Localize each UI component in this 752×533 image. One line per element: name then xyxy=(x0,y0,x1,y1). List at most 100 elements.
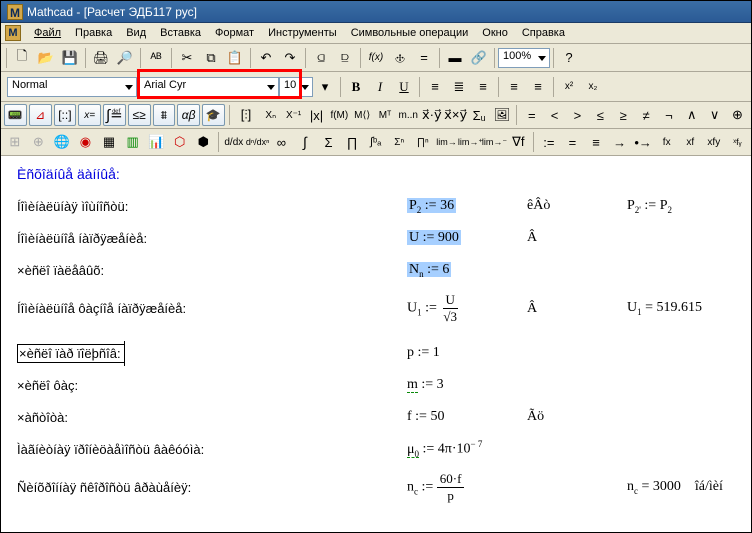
spellcheck-button[interactable]: ᴬᴮ xyxy=(145,47,167,69)
calculus-palette[interactable]: ∫≝ xyxy=(103,104,126,126)
surfaceplot-btn[interactable]: 🌐 xyxy=(51,131,73,153)
boolean-eq-btn[interactable]: ≡ xyxy=(585,131,607,153)
lim-btn[interactable]: lim→ xyxy=(436,131,458,153)
zoom-select[interactable]: 100% xyxy=(498,48,550,68)
deriv-btn[interactable]: d/dx xyxy=(223,131,245,153)
arrow2-btn[interactable]: •→ xyxy=(632,131,654,153)
align-right-button[interactable]: ≡ xyxy=(472,76,494,98)
align-button[interactable]: ⫑ xyxy=(310,47,332,69)
fx-btn2[interactable]: fx xyxy=(656,131,678,153)
save-button[interactable]: 💾 xyxy=(59,47,81,69)
or-btn[interactable]: ∨ xyxy=(704,104,725,126)
redo-button[interactable]: ↷ xyxy=(279,47,301,69)
subscript-button[interactable]: x₂ xyxy=(582,76,604,98)
ne-btn[interactable]: ≠ xyxy=(636,104,657,126)
prod-m-btn[interactable]: ∏ xyxy=(341,131,363,153)
picture-btn[interactable]: 🖼 xyxy=(492,104,513,126)
menu-window[interactable]: Окно xyxy=(475,25,515,41)
dropdown-icon[interactable]: ▾ xyxy=(314,76,336,98)
dot-btn[interactable]: x⃗·y⃗ xyxy=(421,104,443,126)
infinity-btn[interactable]: ∞ xyxy=(271,131,293,153)
align2-button[interactable]: ⫒ xyxy=(334,47,356,69)
link-button[interactable]: 🔗 xyxy=(468,47,490,69)
calculator-palette[interactable]: 📟 xyxy=(4,104,27,126)
greek-palette[interactable]: αβ xyxy=(177,104,200,126)
le-btn[interactable]: ≤ xyxy=(590,104,611,126)
mdi-icon[interactable]: M xyxy=(5,25,21,41)
graph-palette[interactable]: ⊿ xyxy=(29,104,52,126)
res-p2prime[interactable]: P2' := P2 xyxy=(627,198,672,215)
expr-p[interactable]: p := 1 xyxy=(407,345,527,361)
range-btn[interactable]: m..n xyxy=(397,104,418,126)
symbolic-palette[interactable]: 🎓 xyxy=(202,104,225,126)
numbers-button[interactable]: ≡ xyxy=(527,76,549,98)
vectorize-btn[interactable]: f(M) xyxy=(329,104,350,126)
expr-nn[interactable]: Nn := 6 xyxy=(407,262,527,279)
align-left-button[interactable]: ≡ xyxy=(424,76,446,98)
defint-btn[interactable]: ∫ᵇₐ xyxy=(365,131,387,153)
polar-btn[interactable]: ⊕ xyxy=(28,131,50,153)
cut-button[interactable]: ✂ xyxy=(176,47,198,69)
undo-button[interactable]: ↶ xyxy=(255,47,277,69)
text-edit-region[interactable]: ×èñëî ïàð ïîëþñîâ: xyxy=(17,344,125,363)
xyplot-btn[interactable]: ⊞ xyxy=(4,131,26,153)
lt-btn[interactable]: < xyxy=(544,104,565,126)
xfy2-btn[interactable]: ˣfᵧ xyxy=(727,131,749,153)
liml-btn[interactable]: lim→⁻ xyxy=(484,131,506,153)
xor-btn[interactable]: ⊕ xyxy=(727,104,748,126)
xf-btn[interactable]: xf xyxy=(679,131,701,153)
component-button[interactable]: ▬ xyxy=(444,47,466,69)
help-button[interactable]: ? xyxy=(558,47,580,69)
bullets-button[interactable]: ≡ xyxy=(503,76,525,98)
underline-button[interactable]: U xyxy=(393,76,415,98)
sumn-btn[interactable]: Σⁿ xyxy=(388,131,410,153)
res-u1[interactable]: U1 = 519.615 xyxy=(627,300,702,317)
worksheet[interactable]: Èñõîäíûå äàííûå: Íîìèíàëüíàÿ ìîùíîñòü: P… xyxy=(1,156,751,516)
cross-btn[interactable]: x⃗×y⃗ xyxy=(445,104,467,126)
boolean-palette[interactable]: ≤≥ xyxy=(128,104,151,126)
vectorplot-btn[interactable]: 📊 xyxy=(145,131,167,153)
matrix-btn[interactable]: [⫶] xyxy=(234,104,259,126)
limr-btn[interactable]: lim→⁺ xyxy=(460,131,482,153)
3dscatter-btn[interactable]: ▦ xyxy=(98,131,120,153)
font-select[interactable]: Arial Cyr xyxy=(139,77,279,97)
program-palette[interactable]: ⩩ xyxy=(153,104,176,126)
expr-p2[interactable]: P2 := 36 xyxy=(407,198,527,215)
barplot-btn[interactable]: ▥ xyxy=(122,131,144,153)
label-p[interactable]: ×èñëî ïàð ïîëþñîâ: xyxy=(17,344,407,363)
not-btn[interactable]: ¬ xyxy=(658,104,679,126)
assign-btn[interactable]: := xyxy=(538,131,560,153)
expr-u[interactable]: U := 900 xyxy=(407,230,527,246)
eval-palette[interactable]: x= xyxy=(78,104,101,126)
menu-format[interactable]: Формат xyxy=(208,25,261,41)
transpose-btn[interactable]: Mᵀ xyxy=(375,104,396,126)
contour-btn[interactable]: ◉ xyxy=(75,131,97,153)
xfy-btn[interactable]: xfy xyxy=(703,131,725,153)
subscript-xn[interactable]: Xₙ xyxy=(260,104,281,126)
menu-tools[interactable]: Инструменты xyxy=(261,25,344,41)
new-button[interactable]: 🗋 xyxy=(11,47,33,69)
print-button[interactable]: 🖨 xyxy=(90,47,112,69)
sum-m-btn[interactable]: Σ xyxy=(318,131,340,153)
ge-btn[interactable]: ≥ xyxy=(613,104,634,126)
expr-mu[interactable]: μ0 := 4π·10− 7 xyxy=(407,439,527,458)
size-select[interactable]: 10 xyxy=(279,77,313,97)
evaluate-btn[interactable]: = xyxy=(562,131,584,153)
menubar[interactable]: M Файл Правка Вид Вставка Формат Инструм… xyxy=(1,23,751,44)
style-select[interactable]: Normal xyxy=(7,77,137,97)
menu-edit[interactable]: Правка xyxy=(68,25,119,41)
expr-nc[interactable]: nc := 60·fp xyxy=(407,471,527,504)
column-btn[interactable]: M⟨⟩ xyxy=(352,104,373,126)
expr-m[interactable]: m := 3 xyxy=(407,377,527,393)
copy-button[interactable]: ⧉ xyxy=(200,47,222,69)
italic-button[interactable]: I xyxy=(369,76,391,98)
eq-btn[interactable]: = xyxy=(521,104,542,126)
menu-file[interactable]: Файл xyxy=(27,25,68,41)
and-btn[interactable]: ∧ xyxy=(681,104,702,126)
matrix-palette[interactable]: [::] xyxy=(54,104,77,126)
plot3-btn[interactable]: ⬢ xyxy=(193,131,215,153)
gt-btn[interactable]: > xyxy=(567,104,588,126)
grad-btn[interactable]: ∇f xyxy=(508,131,530,153)
plot2-btn[interactable]: ⬡ xyxy=(169,131,191,153)
preview-button[interactable]: 🔎 xyxy=(114,47,136,69)
